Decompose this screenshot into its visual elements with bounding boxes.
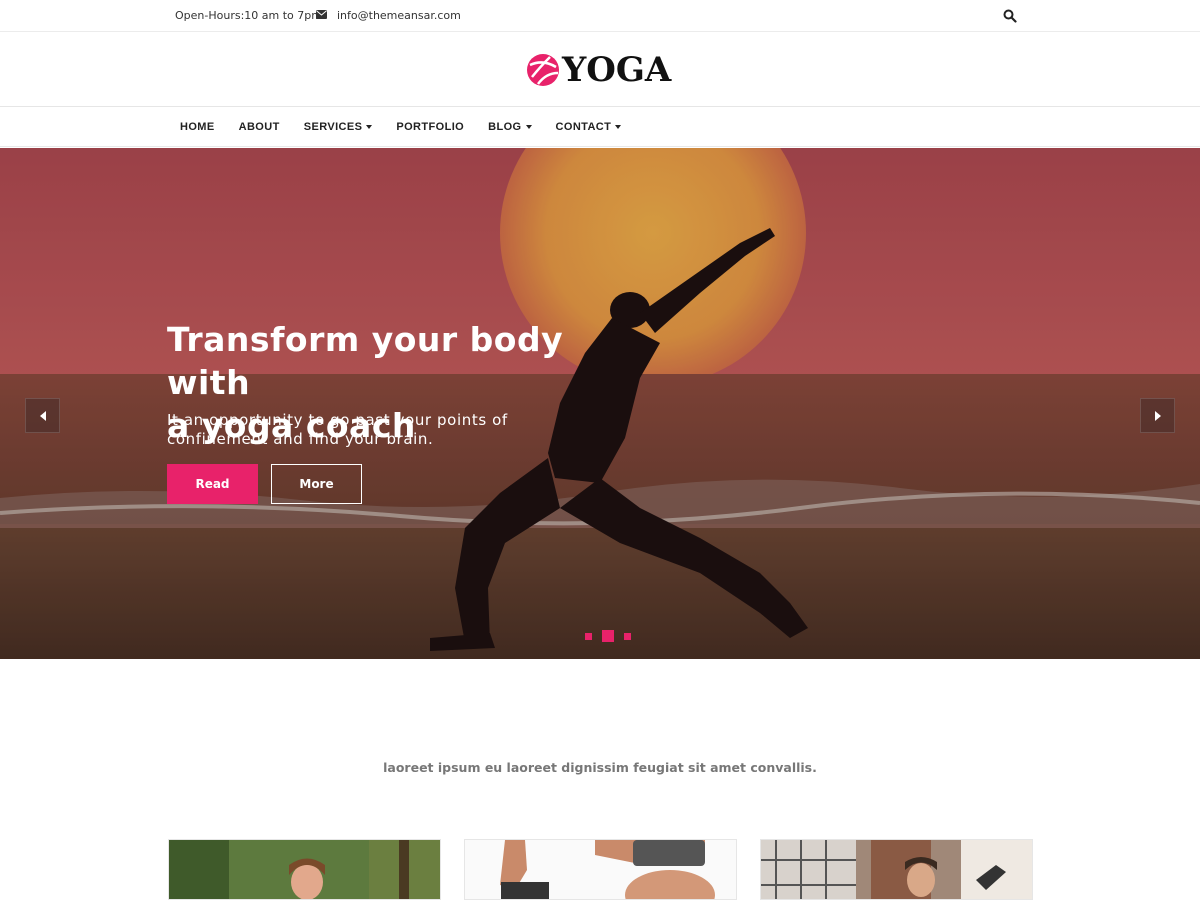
- hero-slider: Transform your body with a yoga coach It…: [0, 148, 1200, 659]
- nav-list: HOME ABOUT SERVICES PORTFOLIO BLOG CONTACT: [168, 107, 633, 147]
- section-tagline: laoreet ipsum eu laoreet dignissim feugi…: [383, 760, 817, 775]
- slider-next-button[interactable]: [1140, 398, 1175, 433]
- card-image-fitness: [761, 840, 1032, 899]
- slider-prev-button[interactable]: [25, 398, 60, 433]
- caret-down-icon: [525, 125, 532, 129]
- nav-item-services[interactable]: SERVICES: [292, 121, 385, 133]
- nav-item-label: PORTFOLIO: [396, 121, 465, 133]
- open-hours: Open-Hours:10 am to 7pm: [175, 9, 322, 22]
- more-button[interactable]: More: [271, 464, 362, 504]
- nav-item-blog[interactable]: BLOG: [476, 121, 543, 133]
- slider-dot-1[interactable]: [585, 632, 592, 640]
- email-link[interactable]: info@themeansar.com: [337, 9, 461, 22]
- slider-dot-2[interactable]: [602, 630, 614, 642]
- hero-title-line-1: Transform your body with: [167, 320, 564, 402]
- nav-item-label: ABOUT: [238, 121, 280, 133]
- nav-item-contact[interactable]: CONTACT: [544, 121, 634, 133]
- card-image-prenatal-yoga: [465, 840, 736, 899]
- nav-item-label: CONTACT: [555, 121, 612, 133]
- service-card-3[interactable]: [760, 839, 1033, 900]
- nav-item-portfolio[interactable]: PORTFOLIO: [384, 121, 476, 133]
- caret-down-icon: [615, 125, 622, 129]
- service-card-1[interactable]: [168, 839, 441, 900]
- hero-subtitle-line-2: confinement and find your brain.: [167, 430, 434, 448]
- site-logo[interactable]: YOGA: [526, 50, 671, 90]
- nav-item-label: SERVICES: [303, 121, 363, 133]
- nav-item-about[interactable]: ABOUT: [227, 121, 292, 133]
- card-image-meditation: [169, 840, 440, 899]
- hero-subtitle-line-1: It an opportunity to go past your points…: [167, 411, 508, 429]
- nav-item-label: HOME: [180, 121, 215, 133]
- site-header: YOGA: [0, 32, 1200, 107]
- yoga-ball-logo-icon: [527, 54, 559, 86]
- logo-text: YOGA: [562, 50, 672, 90]
- read-button[interactable]: Read: [167, 464, 258, 504]
- arrow-right-icon: [1154, 410, 1161, 421]
- slider-dot-3[interactable]: [624, 632, 631, 640]
- nav-item-label: BLOG: [488, 121, 522, 133]
- nav-item-home[interactable]: HOME: [168, 121, 227, 133]
- slider-pagination: [580, 630, 636, 642]
- arrow-left-icon: [39, 410, 46, 421]
- main-navigation: HOME ABOUT SERVICES PORTFOLIO BLOG CONTACT: [0, 107, 1200, 147]
- envelope-icon: [316, 10, 327, 19]
- caret-down-icon: [366, 125, 373, 129]
- top-bar: Open-Hours:10 am to 7pm info@themeansar.…: [0, 0, 1200, 32]
- search-icon[interactable]: [1003, 9, 1017, 23]
- hero-subtitle: It an opportunity to go past your points…: [167, 411, 547, 449]
- service-card-2[interactable]: [464, 839, 737, 900]
